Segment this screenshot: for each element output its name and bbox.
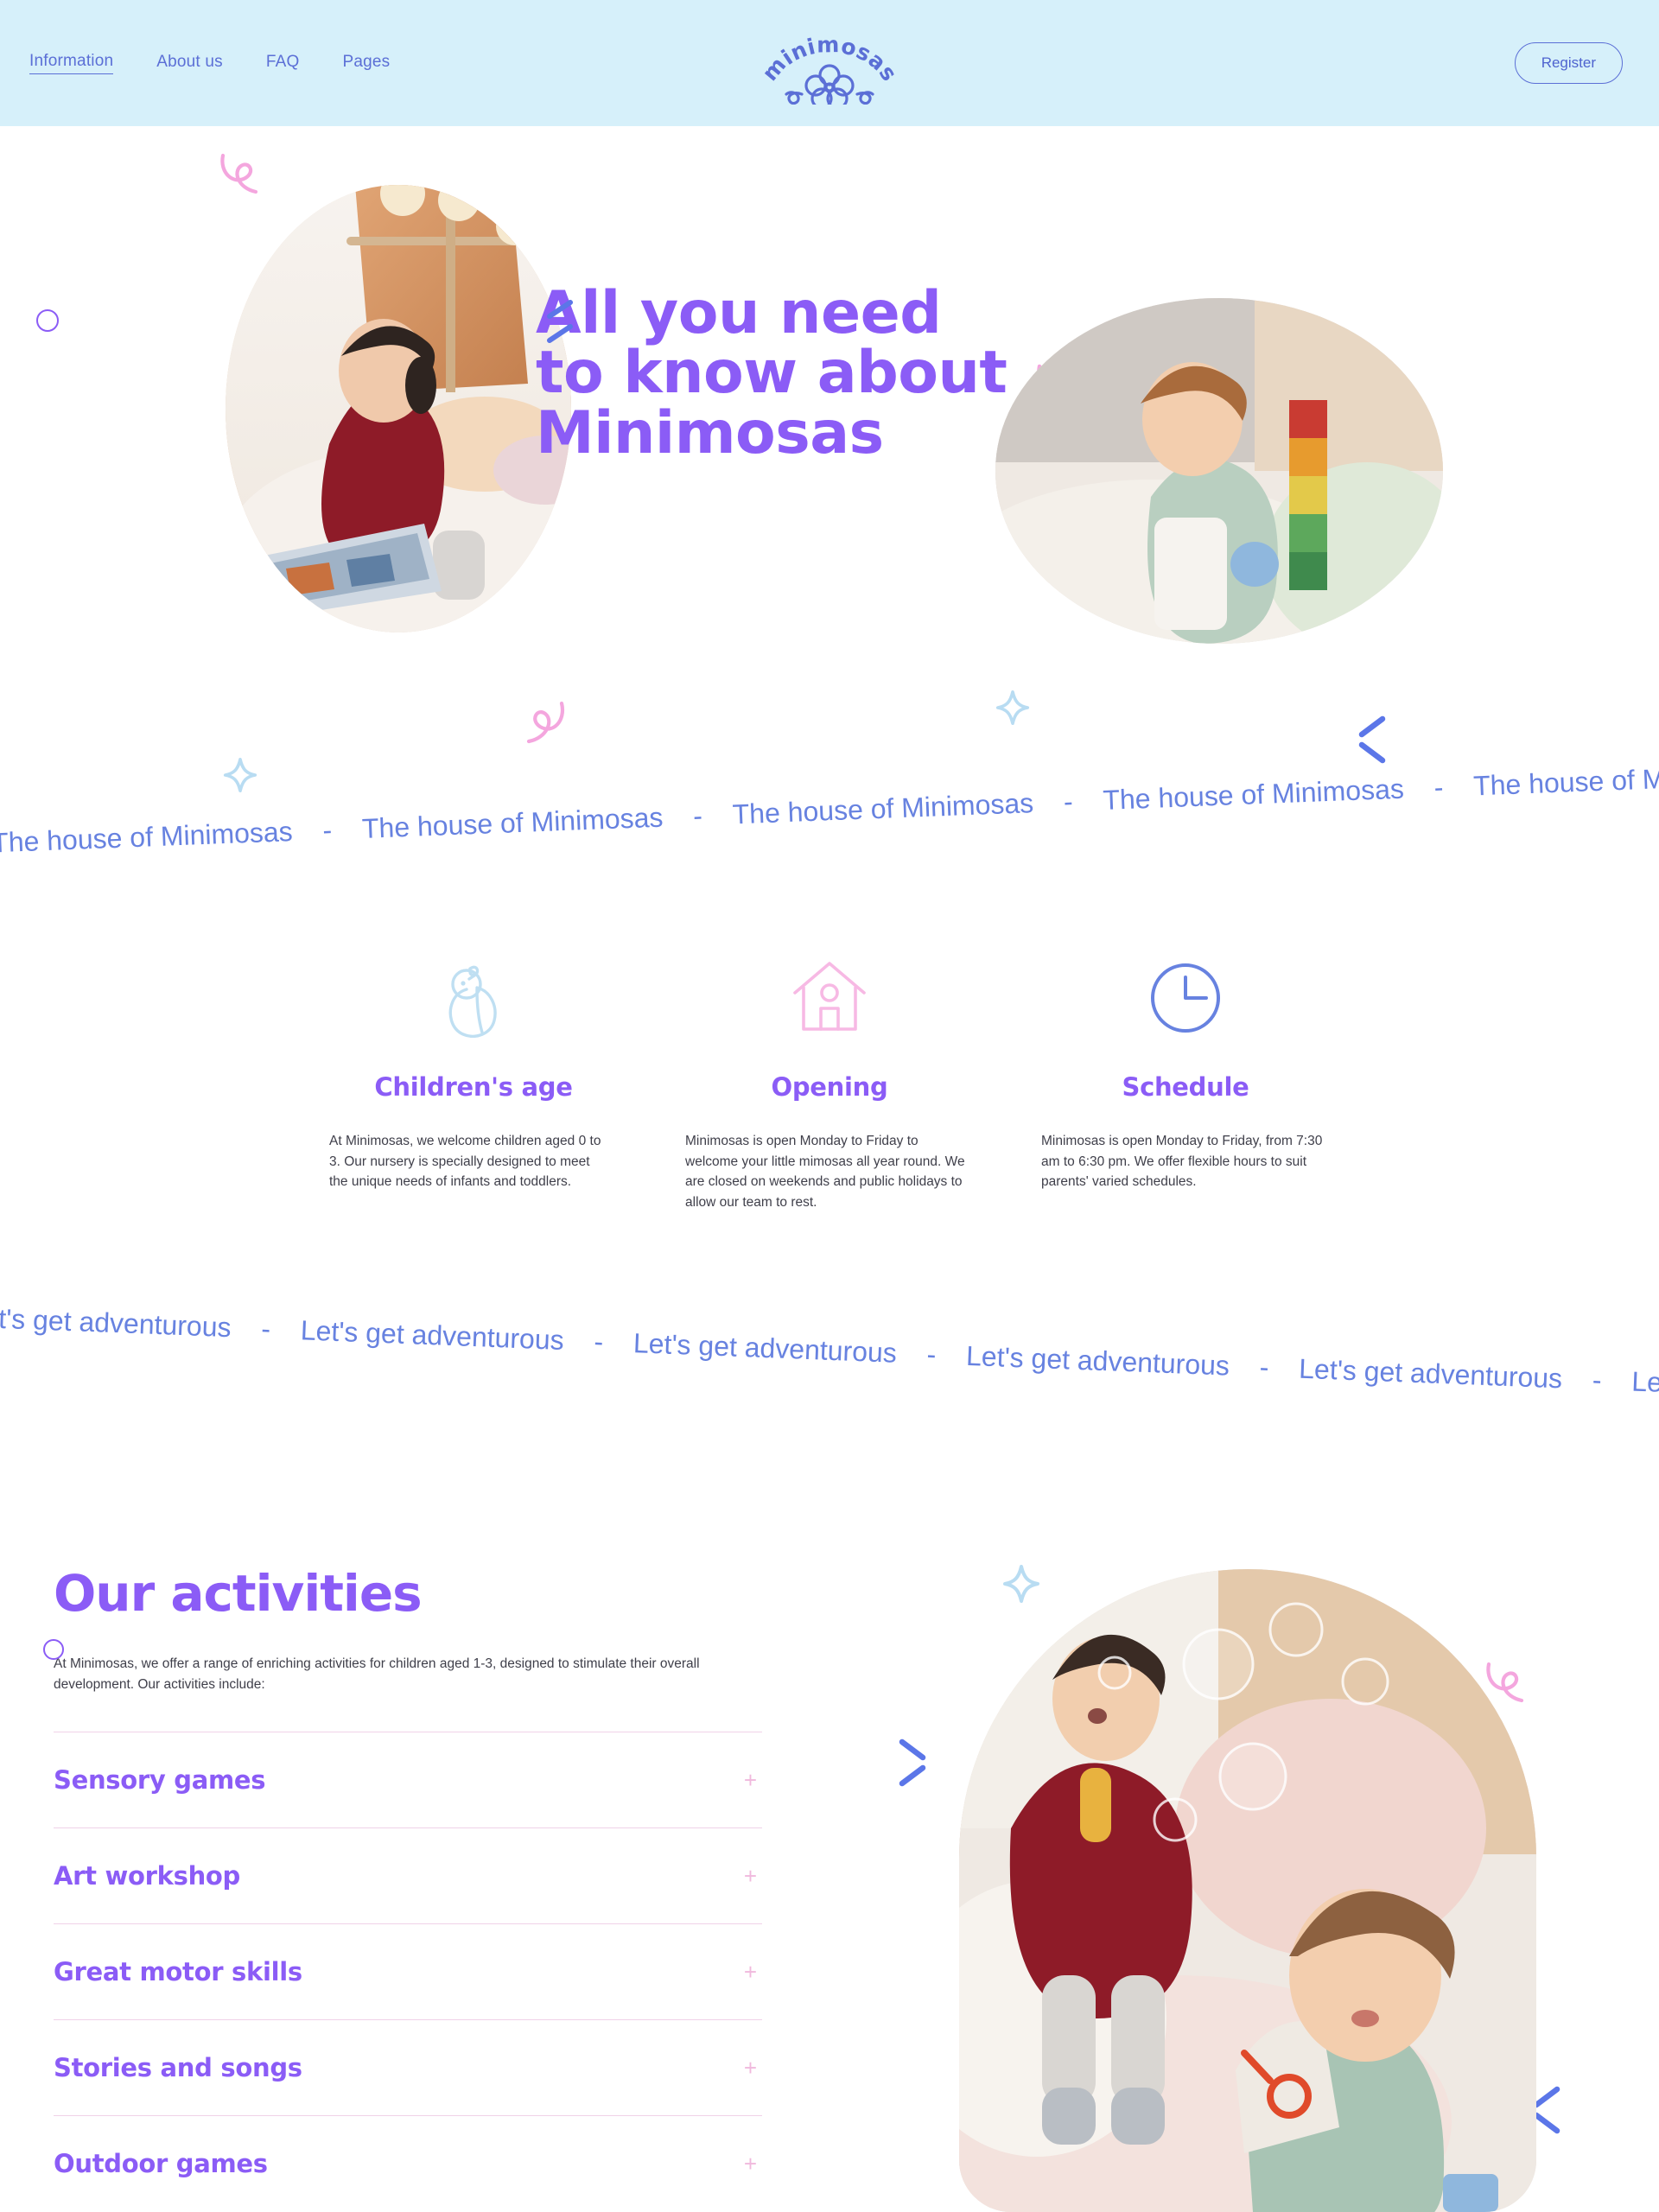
activities-accordion: Sensory games + Art workshop + Great mot…	[54, 1732, 762, 2211]
marquee-lets-get-adventurous: Let's get adventurous - Let's get advent…	[0, 1301, 1659, 1402]
circle-outline-decoration	[36, 309, 59, 332]
sparkle-icon-3	[995, 690, 1030, 726]
marquee-item: Let's get adventurous	[1630, 1365, 1659, 1401]
plus-icon[interactable]: +	[744, 1865, 762, 1887]
svg-text:minimosas: minimosas	[757, 32, 902, 86]
logo-flower-icon: minimosas	[757, 32, 902, 105]
blue-slash-decoration-3	[895, 1735, 931, 1790]
register-button[interactable]: Register	[1514, 42, 1623, 84]
blue-slash-decoration-2	[1353, 712, 1389, 767]
marquee-separator: -	[593, 1325, 604, 1357]
feature-card-schedule: Schedule Minimosas is open Monday to Fri…	[1041, 955, 1330, 1212]
house-icon	[788, 955, 871, 1038]
page-root: Information About us FAQ Pages minimosas	[0, 0, 1659, 2212]
nav-item-pages[interactable]: Pages	[342, 53, 390, 74]
feature-card-opening: Opening Minimosas is open Monday to Frid…	[685, 955, 974, 1212]
marquee-separator: -	[1433, 771, 1444, 804]
marquee-house-of-minimosas: - The house of Minimosas - The house of …	[0, 761, 1659, 861]
activities-section: Our activities At Minimosas, we offer a …	[0, 1538, 1659, 2212]
marquee-item: The house of Minimosas	[361, 801, 664, 844]
marquee-separator: -	[321, 814, 333, 846]
sparkle-icon-2	[223, 757, 257, 793]
hero-heading-line-1: All you need	[536, 279, 942, 347]
marquee-separator: -	[1592, 1363, 1603, 1396]
sparkle-icon-4	[1002, 1564, 1040, 1604]
pink-squiggle-decoration-3	[518, 696, 570, 747]
accordion-label: Great motor skills	[54, 1957, 302, 1987]
logo-wordmark: minimosas	[757, 32, 901, 86]
activities-image	[959, 1569, 1536, 2212]
plus-icon[interactable]: +	[744, 2056, 762, 2079]
activities-title: Our activities	[54, 1564, 423, 1623]
activities-description: At Minimosas, we offer a range of enrich…	[54, 1656, 700, 1693]
pink-squiggle-decoration-1	[218, 150, 275, 204]
plus-icon[interactable]: +	[744, 2152, 762, 2175]
accordion-item-art-workshop[interactable]: Art workshop +	[54, 1827, 762, 1923]
marquee-item: The house of Minimosas	[1472, 760, 1659, 802]
hero-heading: All you need to know about Minimosas	[536, 283, 1158, 463]
baby-swaddle-icon	[432, 955, 515, 1038]
feature-body: Minimosas is open Monday to Friday to we…	[685, 1134, 965, 1210]
plus-icon[interactable]: +	[744, 1961, 762, 1983]
accordion-item-outdoor-games[interactable]: Outdoor games +	[54, 2115, 762, 2211]
feature-body: At Minimosas, we welcome children aged 0…	[329, 1134, 601, 1190]
accordion-label: Stories and songs	[54, 2053, 302, 2083]
accordion-label: Outdoor games	[54, 2149, 268, 2179]
marquee-item: Let's get adventurous	[965, 1339, 1230, 1382]
accordion-item-stories-and-songs[interactable]: Stories and songs +	[54, 2019, 762, 2115]
hero-heading-line-3: Minimosas	[536, 398, 884, 467]
marquee-separator: -	[925, 1338, 937, 1370]
marquee-separator: -	[1259, 1351, 1270, 1383]
feature-title: Opening	[771, 1072, 888, 1102]
hero-image-left	[226, 185, 571, 632]
marquee-item: The house of Minimosas	[1102, 772, 1405, 817]
marquee-item: Let's get adventurous	[300, 1314, 565, 1356]
marquee-item: Let's get adventurous	[1298, 1352, 1563, 1395]
marquee-item: The house of Minimosas	[0, 816, 294, 859]
main-navigation: Information About us FAQ Pages	[29, 52, 390, 74]
features-section: Children's age At Minimosas, we welcome …	[0, 955, 1659, 1212]
site-header: Information About us FAQ Pages minimosas	[0, 0, 1659, 126]
nav-item-faq[interactable]: FAQ	[266, 53, 300, 74]
feature-body: Minimosas is open Monday to Friday, from…	[1041, 1134, 1323, 1190]
marquee-item: Let's get adventurous	[632, 1327, 898, 1369]
feature-title: Schedule	[1122, 1072, 1249, 1102]
activities-content: Our activities At Minimosas, we offer a …	[54, 1564, 779, 2211]
feature-title: Children's age	[374, 1072, 573, 1102]
nav-item-information[interactable]: Information	[29, 52, 114, 74]
hero-section: All you need to know about Minimosas	[0, 126, 1659, 793]
nav-item-about-us[interactable]: About us	[156, 53, 223, 74]
marquee-item: Let's get adventurous	[0, 1301, 232, 1344]
marquee-separator: -	[260, 1313, 271, 1344]
hero-heading-line-2: to know about	[536, 339, 1007, 408]
clock-icon	[1144, 955, 1227, 1038]
feature-card-children-age: Children's age At Minimosas, we welcome …	[329, 955, 618, 1212]
marquee-item: The house of Minimosas	[732, 787, 1034, 830]
accordion-item-sensory-games[interactable]: Sensory games +	[54, 1732, 762, 1827]
plus-icon[interactable]: +	[744, 1769, 762, 1791]
accordion-label: Art workshop	[54, 1861, 240, 1891]
accordion-item-great-motor-skills[interactable]: Great motor skills +	[54, 1923, 762, 2019]
marquee-separator: -	[692, 799, 703, 832]
site-logo[interactable]: minimosas	[752, 20, 907, 106]
marquee-separator: -	[1063, 785, 1074, 817]
accordion-label: Sensory games	[54, 1765, 266, 1796]
